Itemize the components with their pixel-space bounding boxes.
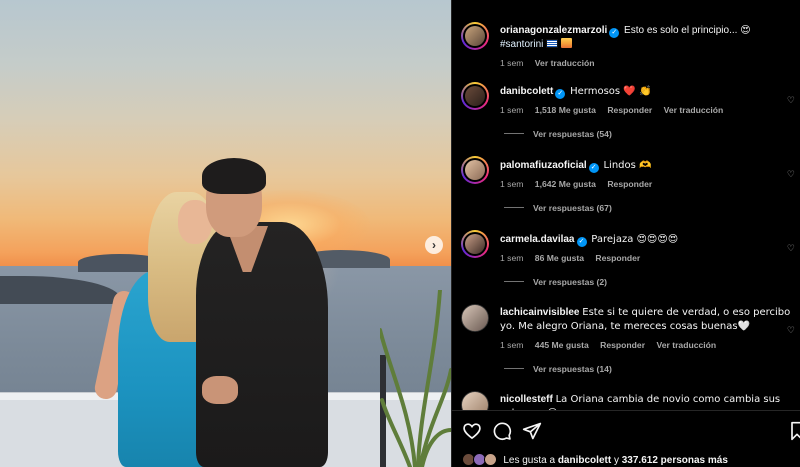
comment-username[interactable]: palomafiuzaoficial [500,160,587,171]
comment-text: Parejaza 😍😍😍😍 [591,234,679,245]
agave-plant [380,290,451,467]
author-avatar[interactable] [461,22,489,50]
post-caption: orianagonzalezmarzoli ✓ Esto es solo el p… [500,24,792,69]
likes-middle: y [611,455,622,466]
comment-username[interactable]: carmela.davilaa [500,234,575,245]
comment-text: Lindos 🫶 [603,160,652,171]
greece-flag-icon [546,39,559,48]
comment-like-icon[interactable]: ♡ [787,95,795,106]
comment-avatar[interactable] [461,391,489,410]
next-photo-button[interactable]: › [425,236,443,254]
comment-likes[interactable]: 445 Me gusta [535,340,589,350]
chevron-right-icon: › [432,238,436,252]
comment: danibcolett ✓ Hermosos ❤️ 👏 1 sem 1,518 M… [500,85,792,116]
author-username[interactable]: orianagonzalezmarzoli [500,25,607,36]
verified-badge-icon: ✓ [588,163,599,173]
post-action-bar: Les gusta a danibcolett y 337.612 person… [452,410,800,467]
comment-avatar[interactable] [461,82,489,110]
man-hair [202,158,266,194]
reply-button[interactable]: Responder [607,179,652,189]
man-hand [202,376,238,404]
liker-avatar [483,453,497,466]
reply-button[interactable]: Responder [607,105,652,115]
translate-link[interactable]: Ver traducción [664,105,724,115]
man-shirt [196,222,328,467]
comment-time: 1 sem [500,253,524,263]
comment-likes[interactable]: 1,642 Me gusta [535,179,596,189]
comment-text: Hermosos ❤️ 👏 [570,86,652,97]
verified-badge-icon: ✓ [609,28,620,38]
verified-badge-icon: ✓ [576,237,587,247]
view-replies-button[interactable]: Ver respuestas (14) [504,364,612,374]
comment-like-icon[interactable]: ♡ [787,325,795,336]
likes-user[interactable]: danibcolett [558,455,611,466]
likes-prefix: Les gusta a [503,455,558,466]
translate-link[interactable]: Ver traducción [535,58,595,68]
view-replies-button[interactable]: Ver respuestas (67) [504,203,612,213]
comment: lachicainvisiblee Este si te quiere de v… [500,306,792,351]
comments-list[interactable]: orianagonzalezmarzoli ✓ Esto es solo el p… [452,0,800,410]
likes-count[interactable]: 337.612 personas más [622,455,728,466]
comment-likes[interactable]: 86 Me gusta [535,253,584,263]
likes-summary[interactable]: Les gusta a danibcolett y 337.612 person… [462,453,728,466]
comment-username[interactable]: nicollesteff [500,394,553,405]
comment-time: 1 sem [500,340,524,350]
comment-avatar[interactable] [461,304,489,332]
reply-button[interactable]: Responder [595,253,640,263]
sunset-icon [560,38,572,48]
comment: palomafiuzaoficial ✓ Lindos 🫶 1 sem 1,642… [500,159,792,190]
comment: nicollesteff La Oriana cambia de novio c… [500,393,792,410]
post-photo[interactable]: › [0,0,451,467]
send-icon[interactable] [522,421,542,441]
caption-text: Esto es solo el principio... 😍 [624,25,751,36]
comments-pane: orianagonzalezmarzoli ✓ Esto es solo el p… [451,0,800,467]
reply-button[interactable]: Responder [600,340,645,350]
bookmark-icon[interactable] [790,421,800,441]
view-replies-button[interactable]: Ver respuestas (54) [504,129,612,139]
view-replies-button[interactable]: Ver respuestas (2) [504,277,607,287]
comment-like-icon[interactable]: ♡ [787,169,795,180]
comment: carmela.davilaa ✓ Parejaza 😍😍😍😍 1 sem 86 … [500,233,792,264]
comment-avatar[interactable] [461,230,489,258]
comment-username[interactable]: lachicainvisiblee [500,307,580,318]
translate-link[interactable]: Ver traducción [656,340,716,350]
comment-like-icon[interactable]: ♡ [787,243,795,254]
comment-time: 1 sem [500,105,524,115]
heart-icon[interactable] [462,421,482,441]
comment-username[interactable]: danibcolett [500,86,553,97]
comment-likes[interactable]: 1,518 Me gusta [535,105,596,115]
comment-time: 1 sem [500,179,524,189]
hashtag-link[interactable]: #santorini [500,39,543,50]
verified-badge-icon: ✓ [555,89,566,99]
comment-icon[interactable] [492,421,512,441]
post-time: 1 sem [500,58,524,68]
comment-avatar[interactable] [461,156,489,184]
